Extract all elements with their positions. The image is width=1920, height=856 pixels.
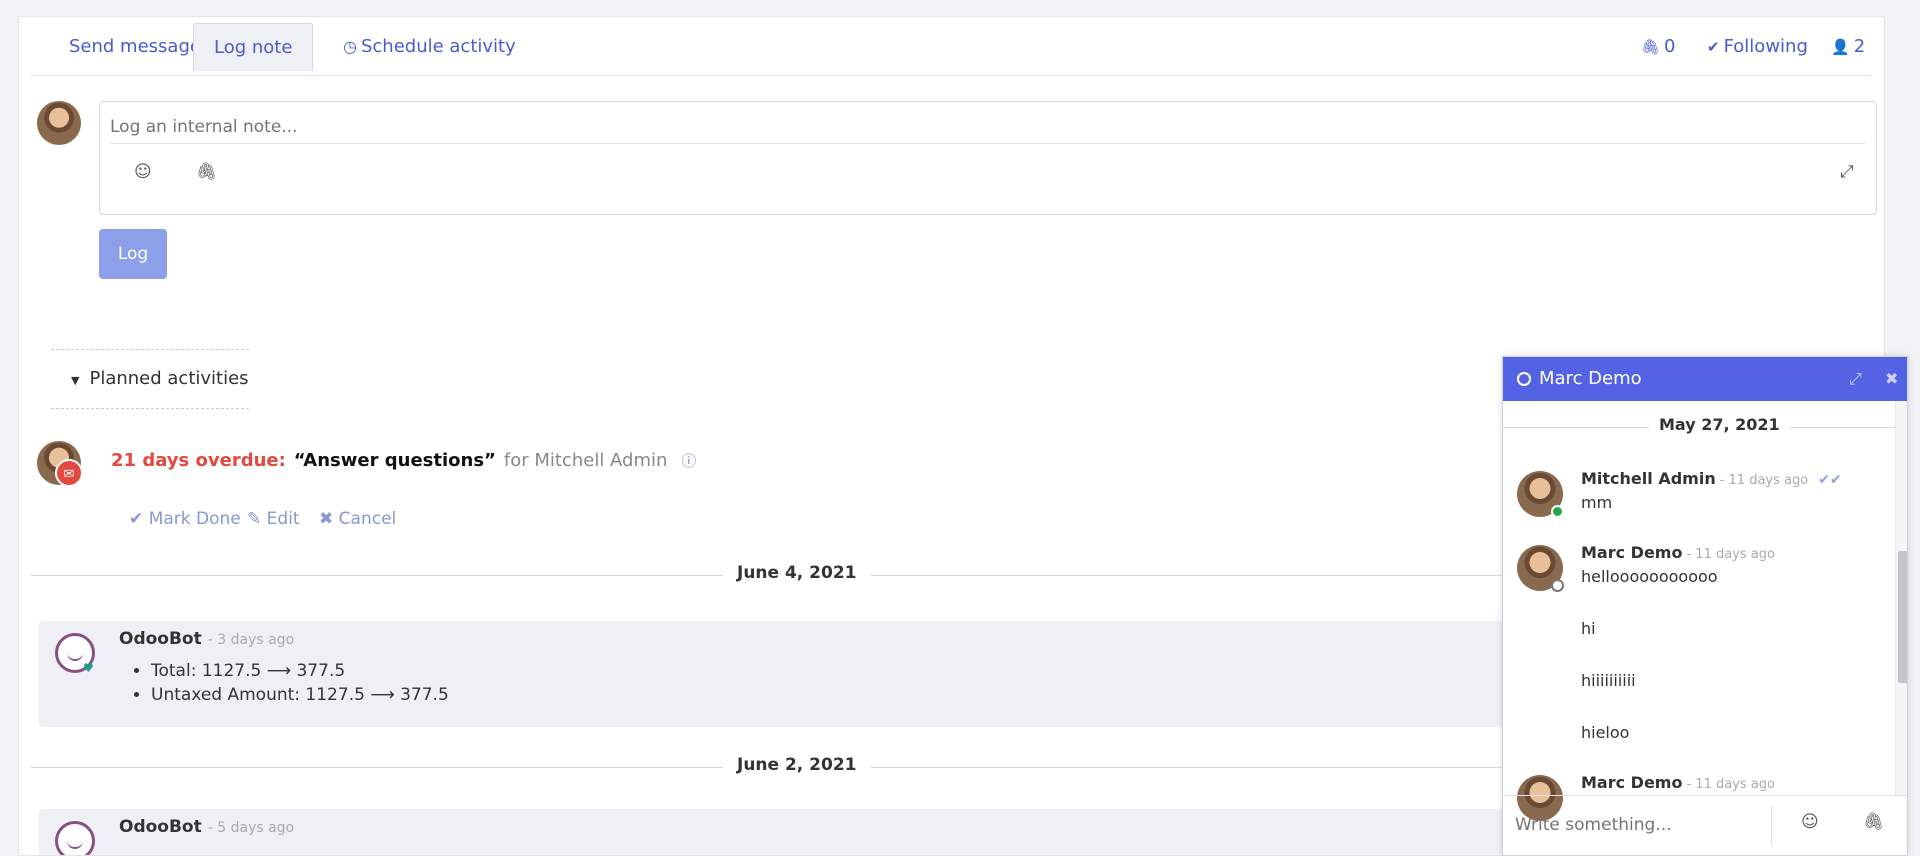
- smiley-icon: ☺: [134, 162, 152, 182]
- activity-assignee: for Mitchell Admin: [503, 450, 668, 471]
- tracking-values: Total: 1127.5 ⟶ 377.5 Untaxed Amount: 11…: [129, 659, 449, 707]
- heart-icon: ♥: [83, 661, 94, 675]
- check-icon: ✔: [129, 509, 144, 529]
- expand-chat-button[interactable]: ⤢: [1849, 357, 1862, 401]
- current-user-avatar: [37, 101, 81, 145]
- chat-composer-divider: [1771, 806, 1772, 846]
- followers-button[interactable]: 👤 2: [1831, 23, 1865, 71]
- chat-scrollbar-thumb[interactable]: [1898, 551, 1907, 683]
- chat-window-header[interactable]: Marc Demo ⤢ ✖: [1503, 357, 1907, 401]
- planned-activities-title: Planned activities: [89, 368, 249, 389]
- info-icon[interactable]: ⓘ: [681, 452, 696, 470]
- activity-overdue: 21 days overdue:: [111, 450, 286, 471]
- message-author: OdooBot - 5 days ago: [119, 817, 294, 837]
- chat-date-label: May 27, 2021: [1649, 415, 1790, 434]
- close-icon: ✖: [1885, 369, 1899, 388]
- attachments-button[interactable]: 🖇 0: [1641, 23, 1676, 71]
- chat-message-author: Mitchell Admin - 11 days ago ✔✔: [1581, 469, 1842, 488]
- chat-attach-button[interactable]: 🖇: [1863, 812, 1885, 832]
- date-separator: June 2, 2021: [723, 755, 871, 775]
- chat-emoji-button[interactable]: ☺: [1801, 812, 1819, 832]
- chat-message-text: hiiiiiiiiii: [1581, 671, 1636, 690]
- chat-message-text: mm: [1581, 493, 1613, 512]
- chat-message-input[interactable]: [1515, 810, 1765, 840]
- chat-message-text: hieloo: [1581, 723, 1630, 742]
- envelope-icon: ✉: [55, 459, 83, 487]
- status-circle-icon: [1517, 372, 1531, 386]
- close-chat-button[interactable]: ✖: [1885, 357, 1898, 401]
- date-separator: June 4, 2021: [723, 563, 871, 583]
- cancel-activity-button[interactable]: ✖ Cancel: [319, 509, 396, 529]
- tab-schedule-activity[interactable]: ◷ Schedule activity: [323, 23, 536, 71]
- caret-down-icon: ▼: [71, 374, 80, 387]
- activity-summary: “Answer questions”: [293, 450, 496, 471]
- author-name: OdooBot: [119, 629, 202, 649]
- attach-button[interactable]: 🖇: [196, 162, 218, 182]
- chat-message-author: Marc Demo - 11 days ago: [1581, 773, 1775, 792]
- user-icon: 👤: [1831, 38, 1850, 56]
- chat-window-title: Marc Demo: [1539, 368, 1642, 389]
- chat-composer: ☺ 🖇: [1503, 795, 1907, 855]
- tracking-item: Untaxed Amount: 1127.5 ⟶ 377.5: [151, 683, 449, 707]
- chat-window: Marc Demo ⤢ ✖ May 27, 2021 Mitchell Admi…: [1502, 356, 1908, 856]
- smiley-icon: ☺: [1801, 812, 1819, 832]
- chat-message-author: Marc Demo - 11 days ago: [1581, 543, 1775, 562]
- author-name: Mitchell Admin: [1581, 469, 1716, 488]
- message-date: - 11 days ago: [1686, 547, 1775, 562]
- following-button[interactable]: ✔ Following: [1707, 23, 1808, 71]
- double-check-icon: ✔✔: [1818, 472, 1842, 488]
- message-date: - 11 days ago: [1719, 473, 1809, 488]
- message-date: - 3 days ago: [207, 632, 295, 648]
- chat-message-text: hi: [1581, 619, 1596, 638]
- chat-message-text: hellooooooooooo: [1581, 567, 1718, 586]
- followers-count: 2: [1853, 36, 1866, 57]
- message-author: OdooBot - 3 days ago: [119, 629, 294, 649]
- log-button[interactable]: Log: [99, 229, 167, 279]
- send-message-label: Send message: [69, 36, 201, 57]
- cancel-label: Cancel: [338, 509, 397, 529]
- chat-scrollbar[interactable]: [1895, 401, 1907, 795]
- mark-done-label: Mark Done: [148, 509, 241, 529]
- note-input[interactable]: [110, 110, 1865, 144]
- tab-log-note[interactable]: Log note: [193, 23, 314, 71]
- clock-icon: ◷: [343, 37, 357, 56]
- online-status-icon: [1551, 505, 1564, 518]
- log-note-label: Log note: [214, 37, 293, 58]
- message-date: - 5 days ago: [207, 820, 295, 836]
- edit-label: Edit: [266, 509, 300, 529]
- edit-activity-button[interactable]: ✎ Edit: [247, 509, 300, 529]
- x-icon: ✖: [319, 509, 334, 529]
- schedule-activity-label: Schedule activity: [360, 36, 516, 57]
- chat-thread: May 27, 2021 Mitchell Admin - 11 days ago…: [1503, 401, 1895, 821]
- mark-done-button[interactable]: ✔ Mark Done: [129, 509, 241, 529]
- chatter-topbar: Send message Log note ◷ Schedule activity…: [31, 17, 1871, 76]
- expand-icon: ⤢: [1849, 369, 1862, 388]
- expand-icon: ⤢: [1840, 162, 1854, 182]
- author-name: OdooBot: [119, 817, 202, 837]
- author-name: Marc Demo: [1581, 543, 1683, 562]
- paperclip-icon: 🖇: [1863, 812, 1885, 832]
- attachments-count: 0: [1664, 36, 1676, 57]
- composer: ☺ 🖇 ⤢: [99, 101, 1877, 215]
- following-label: Following: [1723, 36, 1808, 57]
- author-name: Marc Demo: [1581, 773, 1683, 792]
- check-icon: ✔: [1707, 38, 1720, 56]
- emoji-button[interactable]: ☺: [134, 162, 152, 182]
- paperclip-icon: 🖇: [1641, 38, 1661, 56]
- activity-line: 21 days overdue: “Answer questions” for Mi…: [111, 447, 696, 475]
- paperclip-icon: 🖇: [196, 162, 218, 182]
- pencil-icon: ✎: [247, 509, 262, 529]
- message-date: - 11 days ago: [1686, 777, 1775, 792]
- tracking-item: Total: 1127.5 ⟶ 377.5: [151, 659, 449, 683]
- odoobot-avatar: [55, 821, 95, 855]
- planned-activities-toggle[interactable]: ▼ Planned activities: [51, 349, 249, 409]
- expand-composer-button[interactable]: ⤢: [1840, 162, 1854, 182]
- offline-status-icon: [1551, 579, 1564, 592]
